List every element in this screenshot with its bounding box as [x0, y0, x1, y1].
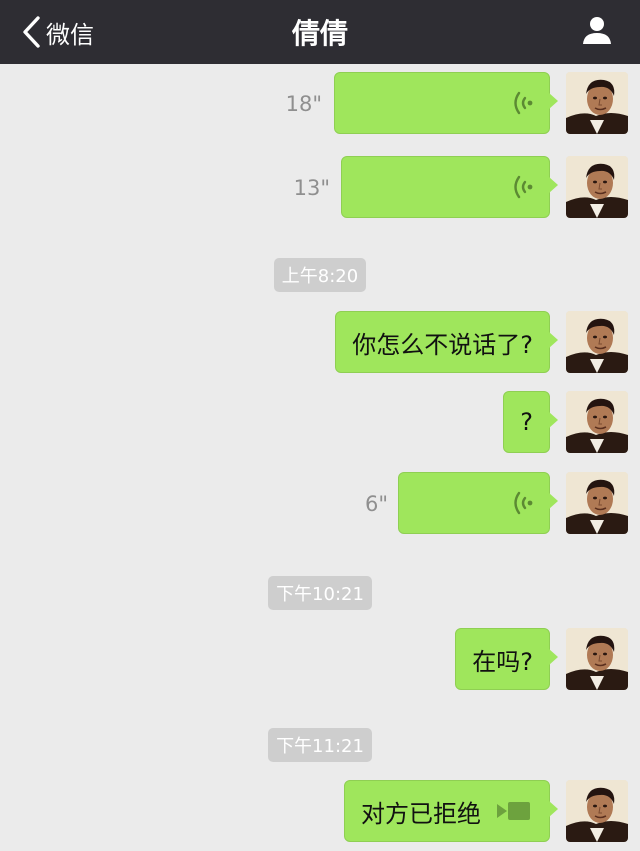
timestamp: 下午10:21	[0, 576, 640, 610]
voice-duration: 6"	[364, 492, 388, 516]
avatar[interactable]	[566, 156, 628, 218]
text-message-bubble[interactable]: ?	[503, 391, 558, 453]
voice-duration: 13"	[293, 176, 330, 200]
navigation-bar: 微信 倩倩	[0, 0, 640, 64]
avatar[interactable]	[566, 391, 628, 453]
timestamp: 下午11:21	[0, 728, 640, 762]
avatar[interactable]	[566, 472, 628, 534]
voice-message-bubble[interactable]	[334, 72, 558, 134]
video-call-icon	[497, 802, 530, 820]
voice-duration: 18"	[285, 92, 322, 116]
avatar[interactable]	[566, 628, 628, 690]
call-status-text: 对方已拒绝	[361, 799, 481, 828]
user-profile-icon[interactable]	[582, 15, 612, 45]
text-message-bubble[interactable]: 你怎么不说话了?	[335, 311, 558, 373]
voice-wave-icon	[511, 90, 535, 116]
avatar[interactable]	[566, 311, 628, 373]
chat-title: 倩倩	[291, 17, 348, 50]
voice-wave-icon	[511, 174, 535, 200]
avatar[interactable]	[566, 780, 628, 842]
video-call-bubble[interactable]: 对方已拒绝	[344, 780, 558, 842]
voice-message-bubble[interactable]	[341, 156, 558, 218]
voice-message-bubble[interactable]	[398, 472, 558, 534]
timestamp: 上午8:20	[0, 258, 640, 292]
voice-wave-icon	[511, 490, 535, 516]
text-message-bubble[interactable]: 在吗?	[455, 628, 558, 690]
avatar[interactable]	[566, 72, 628, 134]
